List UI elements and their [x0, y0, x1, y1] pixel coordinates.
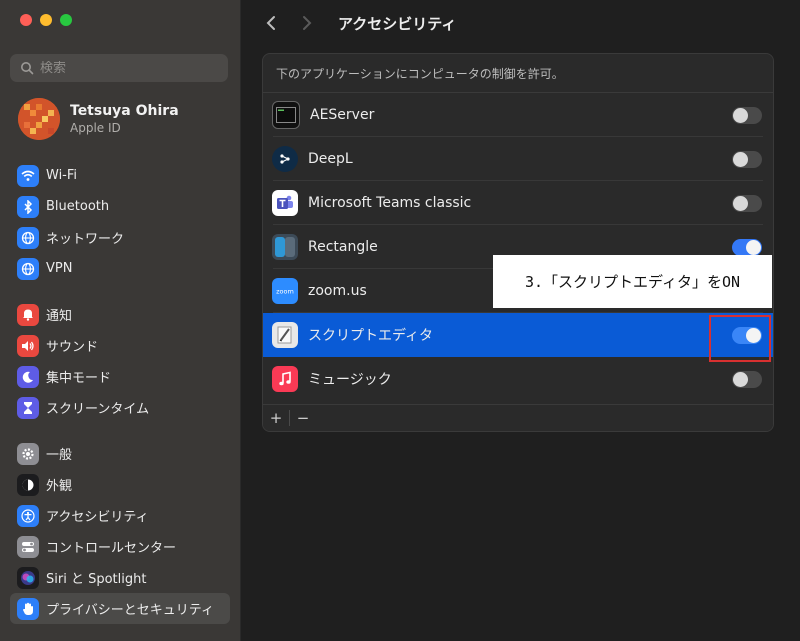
sidebar-item-accessibility[interactable]: アクセシビリティ [10, 500, 230, 531]
sidebar-item-focus[interactable]: 集中モード [10, 361, 230, 392]
app-row-music[interactable]: ミュージック [263, 357, 773, 401]
sidebar-item-label: 集中モード [46, 371, 112, 386]
switches-icon [17, 535, 39, 558]
sidebar-item-appearance[interactable]: 外観 [10, 469, 230, 500]
chevron-left-icon [266, 16, 275, 30]
zoom-icon: zoom [272, 278, 298, 304]
app-row-teams[interactable]: Microsoft Teams classic [263, 181, 773, 225]
list-footer: + − [263, 404, 773, 431]
close-button[interactable] [20, 14, 32, 26]
app-toggle[interactable] [732, 238, 762, 256]
remove-button[interactable]: − [290, 409, 316, 427]
apple-id-profile[interactable]: Tetsuya Ohira Apple ID [18, 98, 179, 140]
sidebar-item-bluetooth[interactable]: Bluetooth [10, 191, 230, 222]
add-button[interactable]: + [263, 409, 289, 427]
sidebar-item-privacy-security[interactable]: プライバシーとセキュリティ [10, 593, 230, 624]
search-icon [21, 62, 34, 75]
app-toggle[interactable] [732, 106, 762, 124]
app-name: Rectangle [308, 239, 378, 255]
rectangle-icon [272, 234, 298, 260]
chevron-right-icon [303, 16, 312, 30]
avatar [18, 98, 60, 140]
window-controls [20, 14, 72, 26]
accessibility-icon [17, 504, 39, 527]
app-name: AEServer [310, 107, 375, 123]
vpn-globe-icon [17, 257, 39, 280]
app-name: Microsoft Teams classic [308, 195, 472, 211]
sidebar-item-label: コントロールセンター [46, 541, 177, 556]
annotation-callout: 3.「スクリプトエディタ」をON [493, 255, 772, 308]
app-name: zoom.us [308, 283, 367, 299]
app-permission-list: 下のアプリケーションにコンピュータの制御を許可。 AEServer DeepL [262, 53, 774, 432]
gear-icon [17, 442, 39, 465]
sidebar-item-vpn[interactable]: VPN [10, 253, 230, 284]
speaker-icon [17, 334, 39, 357]
sidebar-item-label: プライバシーとセキュリティ [46, 603, 214, 618]
system-settings-window: Tetsuya Ohira Apple ID Wi-Fi Bluetooth [0, 0, 800, 641]
sidebar-item-label: 外観 [46, 479, 73, 494]
sidebar-item-network[interactable]: ネットワーク [10, 222, 230, 253]
sidebar-item-siri-spotlight[interactable]: Siri と Spotlight [10, 562, 230, 593]
sidebar-item-label: ネットワーク [46, 232, 125, 247]
wifi-icon [17, 164, 39, 187]
app-row-deepl[interactable]: DeepL [263, 137, 773, 181]
minimize-button[interactable] [40, 14, 52, 26]
script-editor-icon [272, 322, 298, 348]
terminal-icon [272, 101, 300, 129]
app-toggle[interactable] [732, 370, 762, 388]
sidebar-item-general[interactable]: 一般 [10, 438, 230, 469]
sidebar-item-notifications[interactable]: 通知 [10, 299, 230, 330]
bell-icon [17, 303, 39, 326]
app-row-script-editor[interactable]: スクリプトエディタ [263, 313, 773, 357]
sidebar-item-label: 一般 [46, 448, 73, 463]
search-input[interactable] [40, 60, 210, 76]
hourglass-icon [17, 396, 39, 419]
app-name: ミュージック [308, 372, 392, 388]
app-name: スクリプトエディタ [308, 328, 434, 344]
hand-icon [17, 597, 39, 620]
profile-name: Tetsuya Ohira [70, 103, 179, 119]
forward-button[interactable] [296, 12, 318, 34]
back-button[interactable] [260, 12, 282, 34]
app-name: DeepL [308, 151, 353, 167]
annotation-text: 3.「スクリプトエディタ」をON [524, 273, 741, 291]
deepl-icon [272, 146, 298, 172]
globe-icon [17, 226, 39, 249]
annotation-highlight-box [709, 315, 771, 362]
teams-icon [272, 190, 298, 216]
panel-description: 下のアプリケーションにコンピュータの制御を許可。 [263, 54, 773, 93]
svg-text:zoom: zoom [276, 288, 294, 296]
app-toggle[interactable] [732, 194, 762, 212]
sidebar-item-control-center[interactable]: コントロールセンター [10, 531, 230, 562]
sidebar-item-label: スクリーンタイム [46, 402, 150, 417]
sidebar-item-wifi[interactable]: Wi-Fi [10, 160, 230, 191]
search-field[interactable] [10, 54, 228, 82]
siri-icon [17, 566, 39, 589]
sidebar-group-notifications: 通知 サウンド 集中モード スクリーンタイム [10, 299, 230, 423]
bluetooth-icon [17, 195, 39, 218]
moon-icon [17, 365, 39, 388]
zoom-button[interactable] [60, 14, 72, 26]
sidebar-group-network: Wi-Fi Bluetooth ネットワーク VPN [10, 160, 230, 284]
sidebar-item-label: 通知 [46, 309, 73, 324]
sidebar-item-label: アクセシビリティ [46, 510, 149, 525]
sidebar-item-label: Siri と Spotlight [46, 572, 147, 587]
sidebar-item-sound[interactable]: サウンド [10, 330, 230, 361]
appearance-icon [17, 473, 39, 496]
profile-subtitle: Apple ID [70, 121, 121, 135]
music-icon [272, 366, 298, 392]
app-toggle[interactable] [732, 150, 762, 168]
page-title: アクセシビリティ [338, 14, 457, 33]
sidebar-item-label: VPN [46, 261, 73, 276]
sidebar-item-screen-time[interactable]: スクリーンタイム [10, 392, 230, 423]
sidebar-group-system: 一般 外観 アクセシビリティ コントロールセンター Siri と Spotlig… [10, 438, 230, 624]
sidebar: Tetsuya Ohira Apple ID Wi-Fi Bluetooth [0, 0, 241, 641]
toolbar: アクセシビリティ [241, 0, 800, 46]
sidebar-item-label: Bluetooth [46, 199, 110, 214]
sidebar-item-label: Wi-Fi [46, 168, 78, 183]
sidebar-item-label: サウンド [46, 340, 99, 355]
app-row-aeserver[interactable]: AEServer [263, 93, 773, 137]
